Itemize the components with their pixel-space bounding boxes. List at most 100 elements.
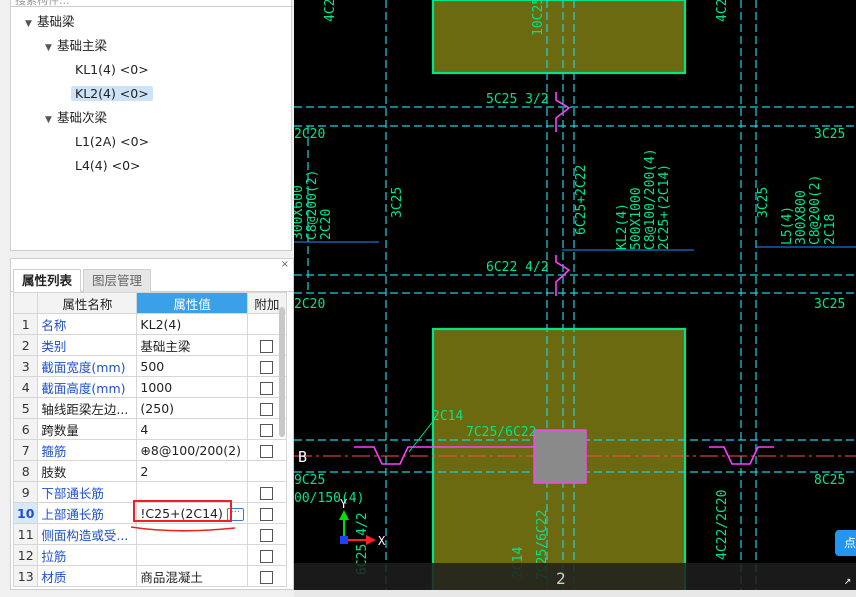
extra-checkbox[interactable] — [260, 549, 274, 563]
svg-text:4C22/2C20: 4C22/2C20 — [715, 490, 730, 560]
extra-checkbox[interactable] — [260, 423, 274, 437]
extra-checkbox[interactable] — [260, 486, 274, 500]
property-value[interactable]: 2 — [136, 460, 248, 482]
resize-arrow-icon[interactable]: ↗ — [844, 573, 851, 587]
svg-text:3C25: 3C25 — [814, 297, 845, 312]
property-row[interactable]: 8 肢数 2 — [12, 460, 287, 482]
tree-item-l1[interactable]: L1(2A) <0> — [75, 132, 149, 152]
row-number: 10 — [12, 502, 39, 524]
property-name: 侧面构造或受... — [37, 523, 138, 545]
property-row[interactable]: 4 截面高度(mm) 1000 — [12, 376, 287, 398]
svg-text:C8@200(2): C8@200(2) — [808, 175, 823, 245]
property-value-text: (250) — [140, 400, 175, 416]
column-header-name: 属性名称 — [37, 292, 138, 314]
svg-text:2C25+(2C14): 2C25+(2C14) — [657, 164, 672, 250]
svg-text:3C25: 3C25 — [390, 187, 405, 218]
row-number: 2 — [12, 334, 39, 356]
expand-arrow-icon[interactable]: ▼ — [45, 110, 57, 130]
property-row[interactable]: 5 轴线距梁左边... (250) — [12, 397, 287, 419]
float-help-button[interactable]: 点击 — [835, 530, 856, 556]
tab-layer-management[interactable]: 图层管理 — [83, 269, 152, 293]
property-value-text: KL2(4) — [140, 316, 182, 332]
property-name: 肢数 — [37, 460, 138, 482]
search-input[interactable]: 搜索构件... — [11, 0, 295, 7]
row-number: 5 — [12, 397, 39, 419]
svg-text:3C25: 3C25 — [814, 127, 845, 142]
property-row[interactable]: 2 类别 基础主梁 — [12, 334, 287, 356]
property-value[interactable]: 1000 — [136, 376, 248, 398]
extra-checkbox[interactable] — [260, 528, 274, 542]
svg-text:X: X — [378, 534, 386, 548]
property-row[interactable]: 6 跨数量 4 — [12, 418, 287, 440]
properties-panel: × 属性列表 图层管理 属性名称 属性值 附加 1 名称 KL2(4) 2 类别 基础主梁… — [10, 258, 294, 590]
svg-text:L5(4): L5(4) — [780, 206, 795, 245]
property-value[interactable] — [136, 544, 248, 566]
svg-text:5C25 3/2: 5C25 3/2 — [486, 92, 549, 107]
extra-checkbox[interactable] — [260, 402, 274, 416]
property-name: 截面高度(mm) — [37, 376, 138, 398]
svg-text:300X800: 300X800 — [794, 190, 809, 245]
svg-text:00/150(4): 00/150(4) — [294, 491, 364, 506]
svg-text:8C25: 8C25 — [814, 473, 845, 488]
property-row[interactable]: 1 名称 KL2(4) — [12, 313, 287, 335]
row-number: 3 — [12, 355, 39, 377]
row-number: 7 — [12, 439, 39, 461]
property-value[interactable]: KL2(4) — [136, 313, 248, 335]
extra-checkbox-cell — [246, 439, 287, 461]
tree-item-kl2[interactable]: KL2(4) <0> — [71, 84, 153, 104]
extra-checkbox[interactable] — [260, 381, 274, 395]
extra-checkbox[interactable] — [260, 507, 274, 521]
property-value[interactable]: 商品混凝土 — [136, 565, 248, 587]
tab-properties[interactable]: 属性列表 — [13, 269, 82, 293]
tree-item-l4[interactable]: L4(4) <0> — [75, 156, 141, 176]
row-number: 1 — [12, 313, 39, 335]
property-value[interactable]: 4 — [136, 418, 248, 440]
property-value-text: ⊕8@100/200(2) — [140, 442, 241, 458]
property-row[interactable]: 3 截面宽度(mm) 500 — [12, 355, 287, 377]
row-number: 11 — [12, 523, 39, 545]
center-column[interactable] — [533, 429, 587, 484]
extra-checkbox[interactable] — [260, 570, 274, 584]
tree-node-foundation-beam[interactable]: ▼ 基础梁 — [25, 12, 75, 32]
property-row[interactable]: 13 材质 商品混凝土 — [12, 565, 287, 587]
extra-checkbox[interactable] — [260, 360, 274, 374]
svg-text:500X1000: 500X1000 — [629, 187, 644, 250]
row-number: 9 — [12, 481, 39, 503]
scrollbar[interactable] — [279, 307, 285, 437]
property-row[interactable]: 12 拉筋 — [12, 544, 287, 566]
extra-checkbox-cell — [246, 544, 287, 566]
leader-lines — [294, 241, 856, 251]
expand-arrow-icon[interactable]: ▼ — [45, 38, 57, 58]
red-underline-annotation — [130, 526, 236, 532]
property-value[interactable]: ⊕8@100/200(2) — [136, 439, 248, 461]
property-value[interactable]: (250) — [136, 397, 248, 419]
property-name: 截面宽度(mm) — [37, 355, 138, 377]
property-value[interactable]: 500 — [136, 355, 248, 377]
row-number-header — [12, 292, 39, 314]
svg-text:3C25: 3C25 — [756, 187, 771, 218]
property-name: 箍筋 — [37, 439, 138, 461]
svg-text:C8@100/200(4): C8@100/200(4) — [643, 148, 658, 250]
svg-text:Y: Y — [340, 497, 348, 511]
row-number: 8 — [12, 460, 39, 482]
property-value-text: 商品混凝土 — [140, 569, 203, 585]
svg-text:10C25: 10C25 — [531, 0, 546, 36]
svg-text:6C25+2C22: 6C25+2C22 — [574, 165, 589, 235]
cad-canvas[interactable]: 10C25 4C22 4C2 5C25 3/2 2C20 3C25 3C25 3… — [294, 0, 856, 597]
column-top[interactable] — [431, 0, 687, 75]
tree-node-main-beam[interactable]: ▼ 基础主梁 — [45, 36, 107, 56]
expand-arrow-icon[interactable]: ▼ — [25, 14, 37, 34]
extra-checkbox-cell — [246, 502, 287, 524]
axis-label-b: B — [298, 448, 307, 466]
extra-checkbox[interactable] — [260, 444, 274, 458]
property-value[interactable]: 基础主梁 — [136, 334, 248, 356]
property-row[interactable]: 7 箍筋 ⊕8@100/200(2) — [12, 439, 287, 461]
extra-checkbox[interactable] — [260, 339, 274, 353]
property-name: 跨数量 — [37, 418, 138, 440]
tree-item-kl1[interactable]: KL1(4) <0> — [75, 60, 149, 80]
svg-text:4C2: 4C2 — [715, 0, 730, 22]
svg-text:C8@200(2): C8@200(2) — [305, 170, 320, 240]
row-number: 4 — [12, 376, 39, 398]
row-number: 12 — [12, 544, 39, 566]
tree-node-secondary-beam[interactable]: ▼ 基础次梁 — [45, 108, 107, 128]
